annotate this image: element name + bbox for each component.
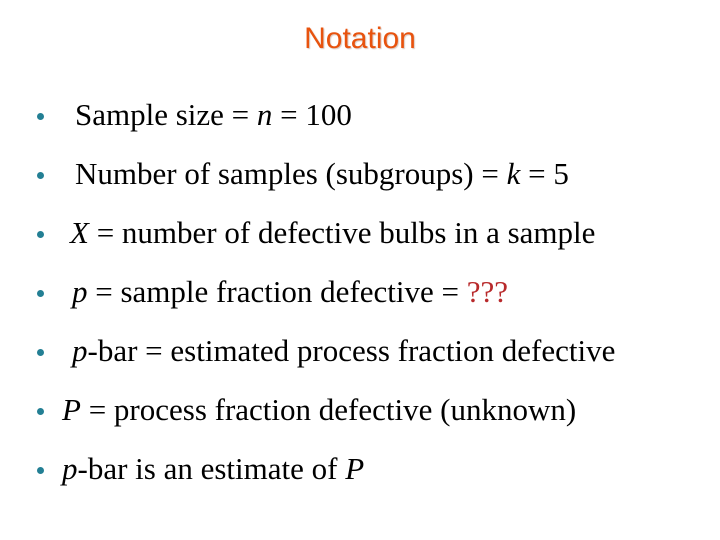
bullet-icon	[37, 231, 44, 238]
bullet-icon	[37, 113, 44, 120]
bullet-icon	[37, 408, 44, 415]
text-segment: -bar = estimated process fraction defect…	[87, 333, 616, 368]
item-text: Number of samples (subgroups) = k = 5	[75, 156, 569, 192]
item-text: p-bar is an estimate of P	[62, 451, 364, 487]
text-segment: = 5	[520, 156, 569, 191]
slide-title: Notation	[304, 22, 416, 55]
text-segment: = process fraction defective (unknown)	[80, 392, 577, 427]
item-text: X = number of defective bulbs in a sampl…	[70, 215, 595, 251]
variable-n: n	[256, 97, 273, 132]
variable-k: k	[506, 156, 521, 191]
variable-p: p	[62, 451, 78, 486]
bullet-icon	[37, 290, 44, 297]
unknown-placeholder: ???	[466, 274, 509, 309]
bullet-icon	[37, 467, 44, 474]
variable-x: X	[70, 215, 89, 250]
text-segment: = sample fraction defective =	[87, 274, 467, 309]
item-text: p-bar = estimated process fraction defec…	[72, 333, 615, 369]
item-text: Sample size = n = 100	[75, 97, 352, 133]
text-segment: Sample size =	[75, 97, 257, 132]
variable-big-p: P	[345, 451, 365, 486]
text-segment: = 100	[272, 97, 352, 132]
text-segment: = number of defective bulbs in a sample	[88, 215, 596, 250]
text-segment: -bar is an estimate of	[77, 451, 346, 486]
bullet-icon	[37, 349, 44, 356]
text-segment: Number of samples (subgroups) =	[75, 156, 507, 191]
variable-p: p	[72, 333, 88, 368]
variable-big-p: P	[62, 392, 81, 427]
item-text: p = sample fraction defective = ???	[72, 274, 508, 310]
bullet-icon	[37, 172, 44, 179]
variable-p: p	[72, 274, 88, 309]
item-text: P = process fraction defective (unknown)	[62, 392, 576, 428]
